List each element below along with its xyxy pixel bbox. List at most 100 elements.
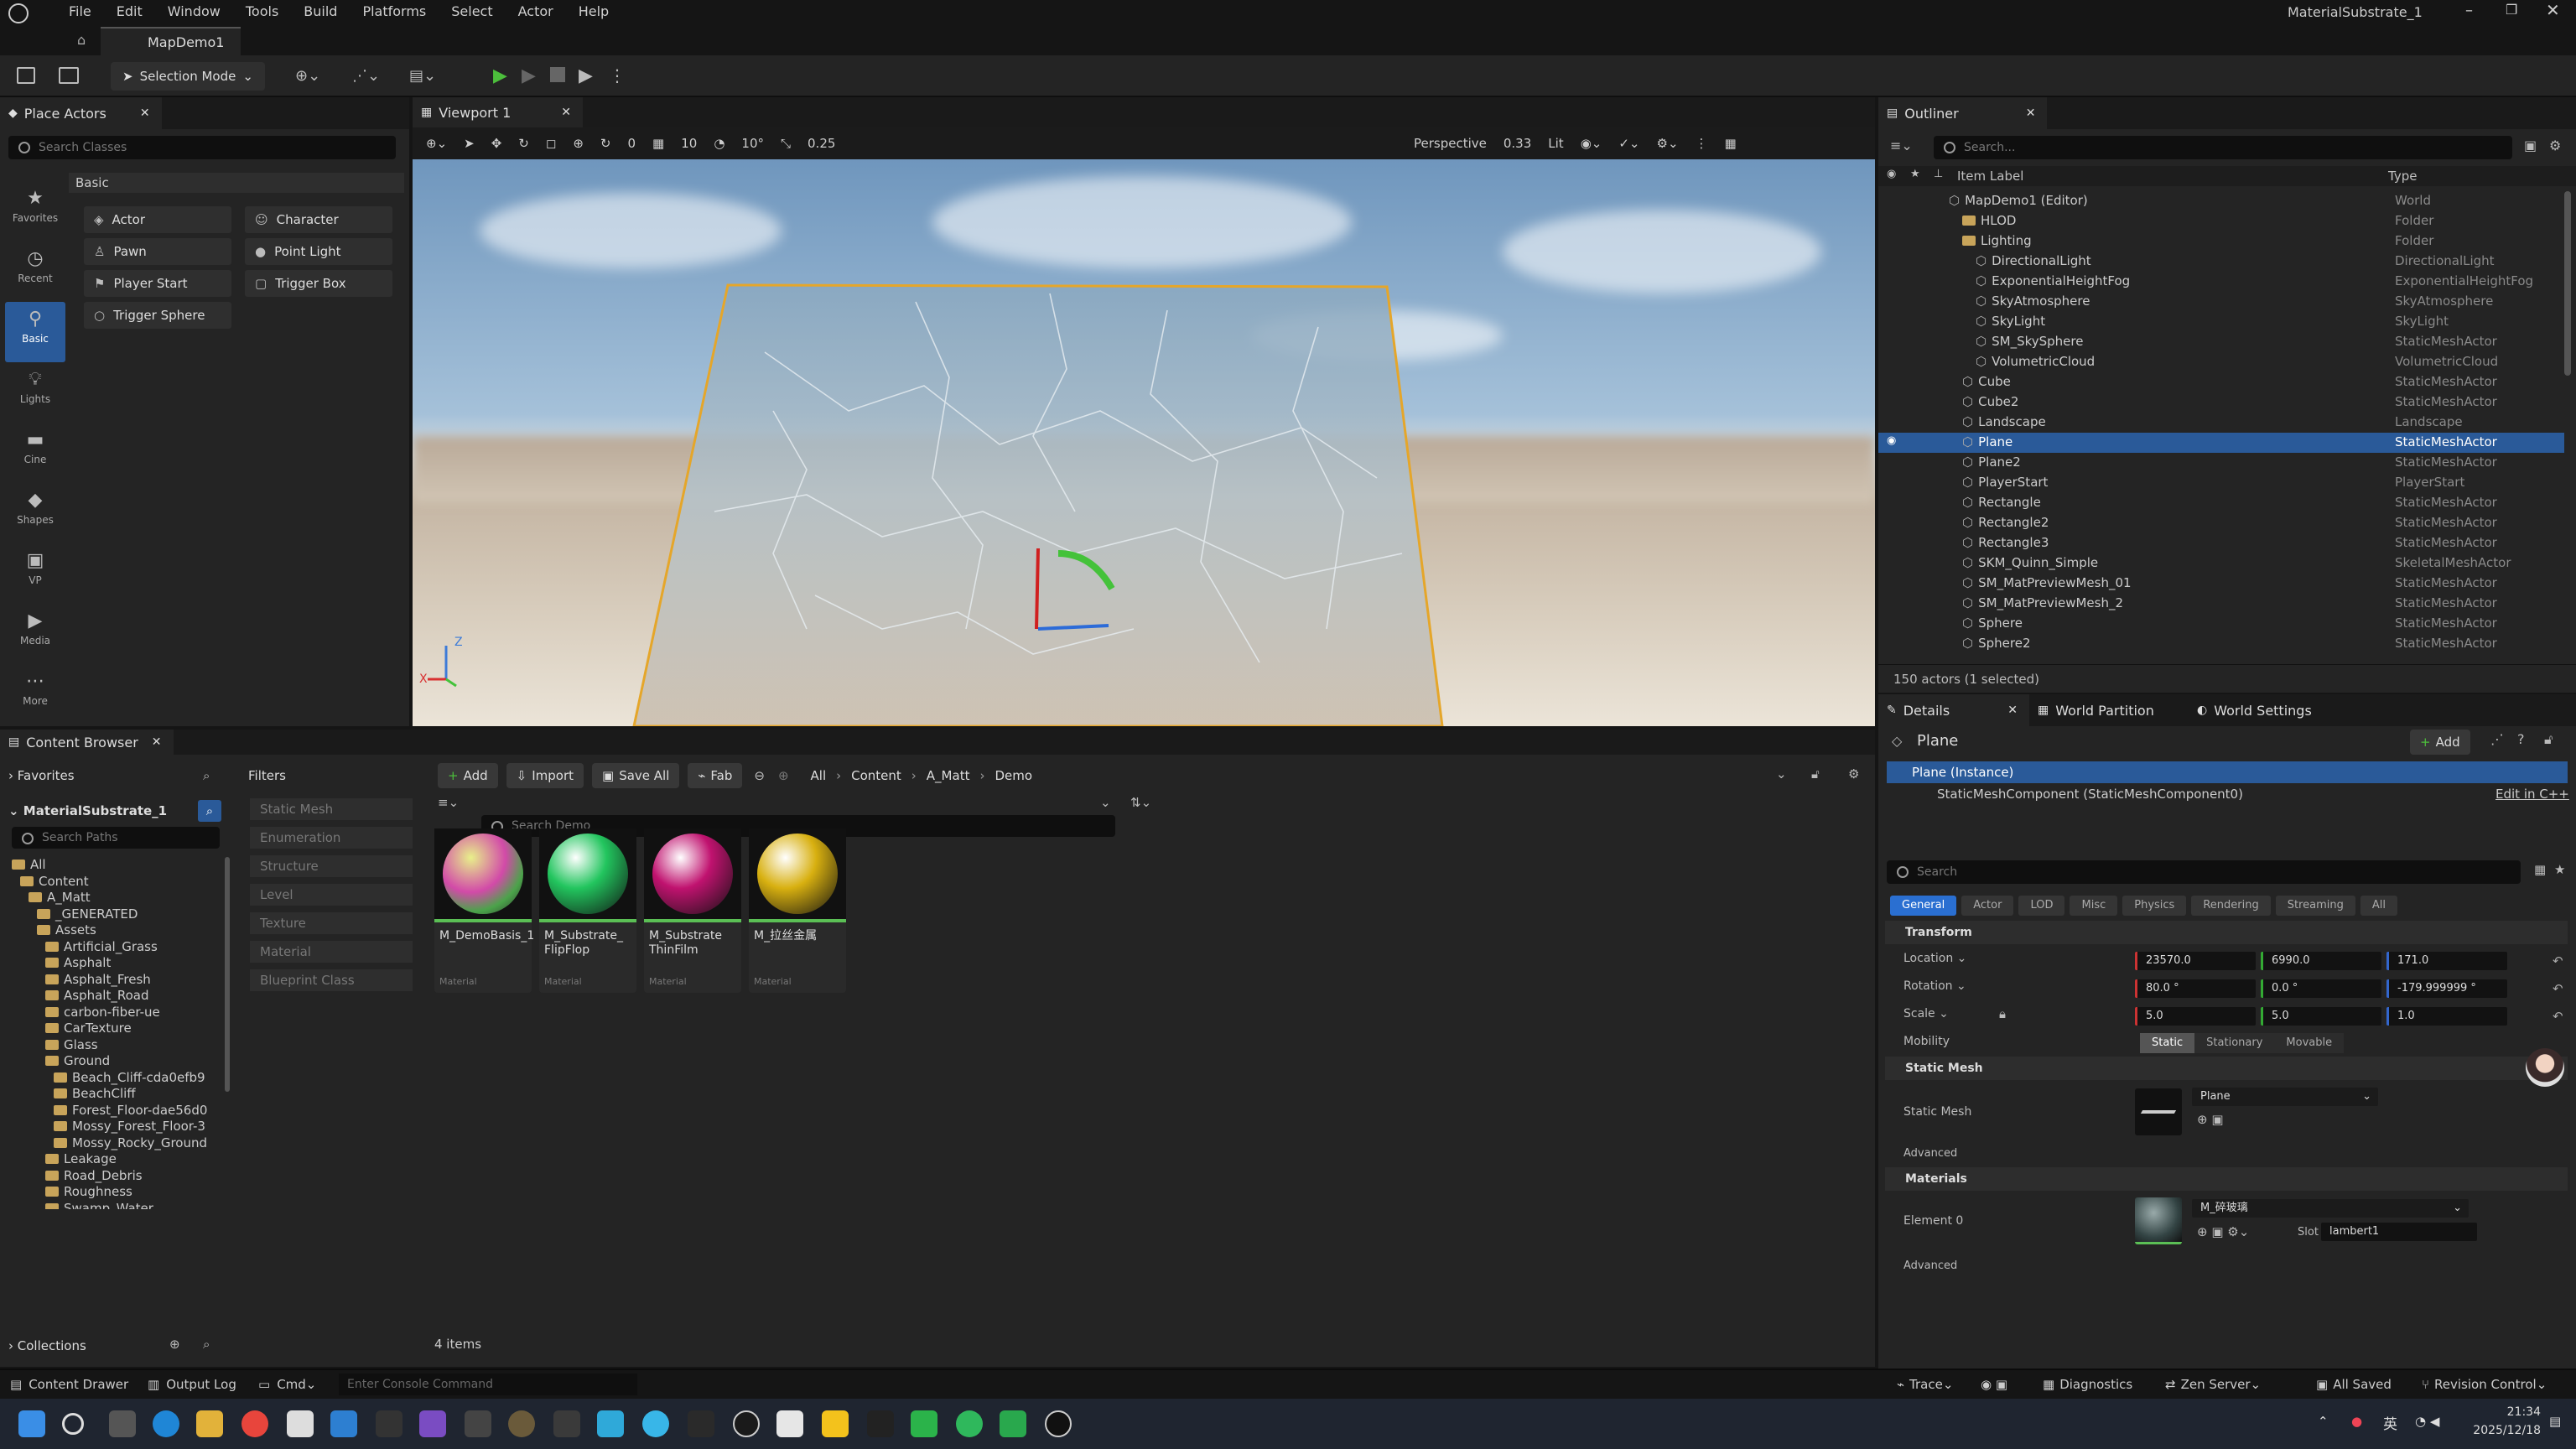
- lock-icon[interactable]: 🔒︎: [1999, 1006, 2006, 1021]
- wifi-icon[interactable]: ◔ ◀︎: [2415, 1414, 2439, 1429]
- save-all-button[interactable]: ▣ Save All: [592, 763, 680, 788]
- scale-snap-value[interactable]: 0.25: [808, 136, 835, 151]
- close-tab-icon[interactable]: ✕: [140, 106, 150, 120]
- category-lights[interactable]: 💡︎ Lights: [5, 362, 65, 423]
- location-y-field[interactable]: 6990.0: [2261, 952, 2381, 970]
- menu-item-build[interactable]: Build: [304, 3, 337, 19]
- asset-tile[interactable]: M_拉丝金属 Material: [749, 828, 846, 993]
- filter-tab-actor[interactable]: Actor: [1961, 896, 2014, 916]
- vscode-icon[interactable]: [330, 1410, 357, 1437]
- unreal-icon[interactable]: [733, 1410, 760, 1437]
- folder-tree-item[interactable]: Leakage: [0, 1151, 225, 1168]
- outliner-row[interactable]: ⬡ Sphere StaticMeshActor: [1878, 614, 2564, 634]
- layout-icon[interactable]: ▦: [1725, 136, 1737, 151]
- folder-tree-item[interactable]: Forest_Floor-dae56d0: [0, 1103, 225, 1119]
- edge-icon[interactable]: [153, 1410, 179, 1437]
- material-thumbnail[interactable]: [2135, 1197, 2182, 1244]
- breadcrumb-item[interactable]: Demo: [995, 768, 1032, 783]
- outliner-row[interactable]: ⬡ SkyLight SkyLight: [1878, 312, 2564, 332]
- map-tab[interactable]: MapDemo1: [101, 27, 242, 55]
- outliner-row[interactable]: ⬡ MapDemo1 (Editor) World: [1878, 191, 2564, 211]
- outliner-row[interactable]: ⬡ Landscape Landscape: [1878, 413, 2564, 433]
- folder-tree-item[interactable]: Asphalt_Road: [0, 988, 225, 1005]
- filter-texture[interactable]: Texture: [250, 912, 413, 934]
- filter-structure[interactable]: Structure: [250, 855, 413, 877]
- rotation-z-field[interactable]: -179.999999 °: [2386, 979, 2507, 998]
- blueprint-icon[interactable]: ⋰: [2490, 731, 2504, 747]
- folder-tree-item[interactable]: Glass: [0, 1037, 225, 1054]
- advanced-expander[interactable]: Advanced: [1903, 1259, 1957, 1272]
- outliner-row[interactable]: ⬡ SM_SkySphere StaticMeshActor: [1878, 332, 2564, 352]
- folder-tree-item[interactable]: Artificial_Grass: [0, 939, 225, 956]
- component-instance-row[interactable]: Plane (Instance): [1887, 761, 2568, 783]
- chevron-down-icon[interactable]: ⌄: [1100, 795, 1111, 810]
- mobility-static[interactable]: Static: [2140, 1033, 2195, 1053]
- fab-button[interactable]: ⌁ Fab: [688, 763, 743, 788]
- folder-tree-item[interactable]: CarTexture: [0, 1021, 225, 1037]
- diagnostics-button[interactable]: ▦ Diagnostics: [2043, 1377, 2132, 1392]
- filter-icon[interactable]: ≡⌄: [438, 795, 459, 810]
- breadcrumb-item[interactable]: A_Matt: [927, 768, 970, 783]
- console-input[interactable]: Enter Console Command: [339, 1374, 637, 1395]
- outliner-row[interactable]: ⬡ VolumetricCloud VolumetricCloud: [1878, 352, 2564, 372]
- actor-player-start[interactable]: ⚑ Player Start: [84, 270, 231, 297]
- output-log-button[interactable]: ▥ Output Log: [148, 1377, 236, 1392]
- menu-item-select[interactable]: Select: [451, 3, 492, 19]
- save-icon[interactable]: [17, 67, 35, 84]
- reset-icon[interactable]: ↶: [2553, 953, 2563, 969]
- menu-item-file[interactable]: File: [69, 3, 91, 19]
- world-icon[interactable]: ⊕: [573, 136, 584, 151]
- folder-tree-item[interactable]: Mossy_Rocky_Ground: [0, 1135, 225, 1152]
- rotation-snap-icon[interactable]: ◔: [714, 136, 724, 151]
- chevron-down-icon[interactable]: ⌄: [1776, 766, 1787, 782]
- home-icon[interactable]: ⌂: [77, 32, 86, 48]
- app-icon[interactable]: [465, 1410, 491, 1437]
- close-tab-icon[interactable]: ✕: [561, 106, 571, 119]
- reset-icon[interactable]: ↶: [2553, 1009, 2563, 1024]
- app-icon[interactable]: [508, 1410, 535, 1437]
- show-icon[interactable]: ◉⌄: [1581, 136, 1602, 151]
- visual-studio-icon[interactable]: [419, 1410, 446, 1437]
- performance-icon[interactable]: ✓⌄: [1618, 136, 1639, 151]
- filter-tab-physics[interactable]: Physics: [2122, 896, 2187, 916]
- grid-snap-value[interactable]: 10: [681, 136, 697, 151]
- mic-icon[interactable]: ●: [2351, 1414, 2362, 1429]
- place-actors-search-input[interactable]: Search Classes: [8, 136, 396, 159]
- material-dropdown[interactable]: M_碎玻璃 ⌄: [2192, 1199, 2469, 1218]
- actor-pawn[interactable]: ♙ Pawn: [84, 238, 231, 265]
- search-icon[interactable]: ⌕: [203, 768, 210, 783]
- zen-server-dropdown[interactable]: ⇄ Zen Server ⌄: [2165, 1377, 2261, 1392]
- search-icon[interactable]: ⌕: [203, 1337, 210, 1352]
- category-vp[interactable]: ▣ VP: [5, 543, 65, 604]
- steam-icon[interactable]: [688, 1410, 714, 1437]
- column-type[interactable]: Type: [2388, 169, 2417, 184]
- app-icon[interactable]: [287, 1410, 314, 1437]
- clock-time[interactable]: 21:34: [2482, 1405, 2541, 1419]
- material-actions-icon[interactable]: ⊕ ▣ ⚙⌄: [2197, 1224, 2249, 1239]
- app-icon[interactable]: [642, 1410, 669, 1437]
- add-button[interactable]: + Add: [438, 763, 498, 788]
- category-shapes[interactable]: ◆ Shapes: [5, 483, 65, 543]
- place-actors-tab[interactable]: ◆ Place Actors ✕: [0, 97, 162, 129]
- tree-scrollbar[interactable]: [225, 857, 230, 1092]
- location-x-field[interactable]: 23570.0: [2135, 952, 2256, 970]
- category-basic[interactable]: ⚲ Basic: [5, 302, 65, 362]
- grid-snap-icon[interactable]: ▦: [652, 136, 664, 151]
- search-icon[interactable]: [62, 1413, 84, 1435]
- forward-icon[interactable]: ⊕: [778, 768, 789, 783]
- play-icon[interactable]: ▶: [493, 65, 507, 86]
- reset-icon[interactable]: ↶: [2553, 981, 2563, 996]
- maximize-icon[interactable]: ❐: [2506, 2, 2517, 18]
- level-viewport[interactable]: Z X: [413, 159, 1875, 726]
- details-tab-world-settings[interactable]: ◐ World Settings: [2189, 694, 2348, 726]
- menu-item-window[interactable]: Window: [168, 3, 221, 19]
- notes-icon[interactable]: [822, 1410, 849, 1437]
- surface-snap-icon[interactable]: ↻: [600, 136, 611, 151]
- explorer-icon[interactable]: [196, 1410, 223, 1437]
- outliner-row[interactable]: ⬡ Sphere2 StaticMeshActor: [1878, 634, 2564, 654]
- rotation-x-field[interactable]: 80.0 °: [2135, 979, 2256, 998]
- scale-label[interactable]: Scale ⌄: [1903, 1007, 1949, 1021]
- eject-icon[interactable]: ▶: [579, 65, 593, 86]
- transform-menu-icon[interactable]: ⊕⌄: [426, 136, 447, 151]
- record-icon[interactable]: ◉ ▣: [1981, 1377, 2007, 1392]
